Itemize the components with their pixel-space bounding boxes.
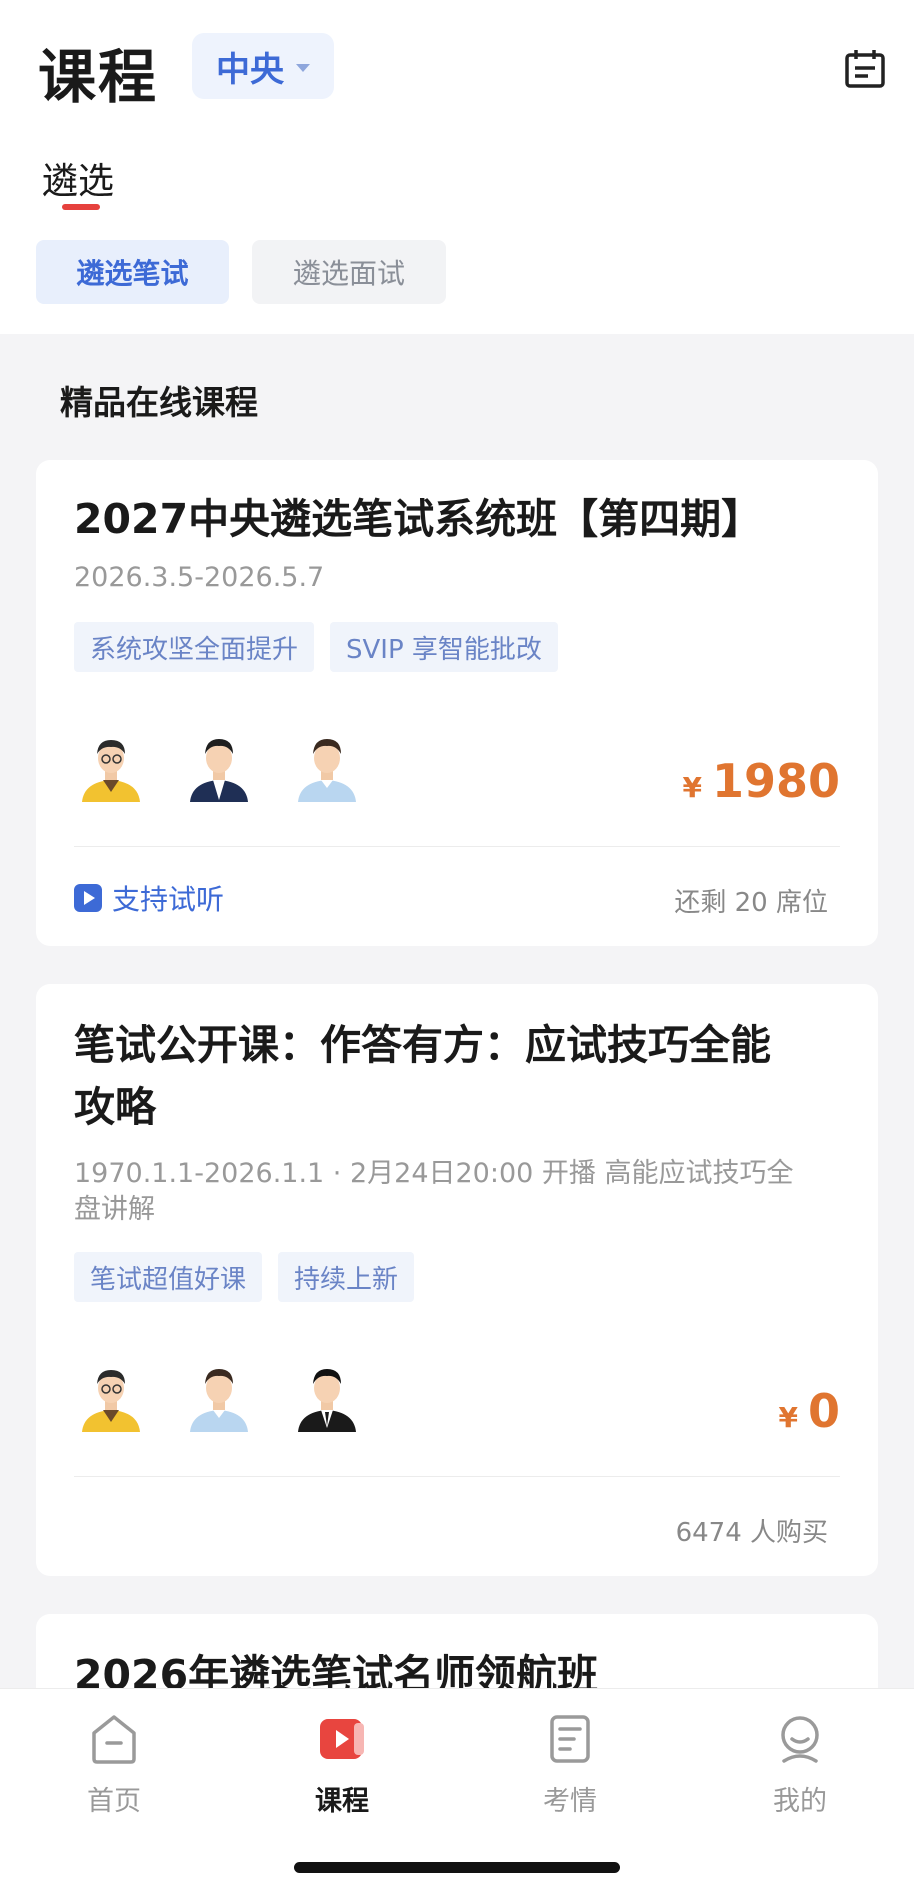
course-tag: 持续上新 xyxy=(278,1252,415,1302)
course-price: ¥ 1980 xyxy=(682,754,840,808)
subtab-interview[interactable]: 遴选面试 xyxy=(252,240,446,304)
course-tags: 笔试超值好课 持续上新 xyxy=(74,1252,415,1302)
subtab-written-exam[interactable]: 遴选笔试 xyxy=(36,240,229,304)
nav-item-course[interactable]: 课程 xyxy=(282,1711,402,1818)
course-card[interactable]: 笔试公开课：作答有方：应试技巧全能 攻略 1970.1.1-2026.1.1 ·… xyxy=(36,984,878,1576)
price-value: 1980 xyxy=(711,754,840,808)
course-tag: 系统攻坚全面提升 xyxy=(74,622,315,672)
course-subtitle-line: 1970.1.1-2026.1.1 · 2月24日20:00 开播 高能应试技巧… xyxy=(74,1158,794,1189)
top-header: 课程 中央 遴选 遴选笔试 遴选面试 xyxy=(0,0,914,334)
teacher-avatar xyxy=(82,740,140,802)
course-title: 2027中央遴选笔试系统班【第四期】 xyxy=(74,495,763,543)
purchase-count: 6474 人购买 xyxy=(675,1518,828,1548)
nav-label: 考情 xyxy=(543,1786,597,1817)
calendar-icon[interactable] xyxy=(844,48,886,90)
region-selector[interactable]: 中央 xyxy=(192,33,334,99)
currency-symbol: ¥ xyxy=(778,1401,798,1434)
page-title: 课程 xyxy=(38,43,159,111)
nav-label: 首页 xyxy=(87,1786,141,1817)
category-tab-selected[interactable]: 遴选 xyxy=(42,152,114,204)
course-tags: 系统攻坚全面提升 SVIP 享智能批改 xyxy=(74,622,558,672)
chevron-down-icon xyxy=(296,64,310,72)
nav-item-profile[interactable]: 我的 xyxy=(740,1711,860,1818)
nav-label: 我的 xyxy=(773,1786,827,1817)
course-tag: SVIP 享智能批改 xyxy=(330,622,558,672)
exam-info-icon xyxy=(550,1715,590,1763)
teacher-avatars xyxy=(76,1362,362,1432)
card-divider xyxy=(74,846,840,847)
nav-item-exam-info[interactable]: 考情 xyxy=(510,1711,630,1818)
teacher-avatar xyxy=(298,1369,356,1432)
home-icon xyxy=(92,1715,136,1764)
currency-symbol: ¥ xyxy=(682,771,702,804)
teacher-avatars xyxy=(76,732,362,802)
course-title-line: 攻略 xyxy=(74,1083,156,1131)
price-value: 0 xyxy=(807,1384,840,1438)
trial-label: 支持试听 xyxy=(112,883,225,916)
profile-icon xyxy=(781,1716,819,1763)
teacher-avatar xyxy=(298,739,356,802)
course-title-line: 笔试公开课：作答有方：应试技巧全能 xyxy=(74,1021,771,1069)
category-tab-indicator xyxy=(62,204,100,210)
teacher-avatar xyxy=(190,1369,248,1432)
section-title: 精品在线课程 xyxy=(60,383,258,422)
teacher-avatar xyxy=(190,739,248,802)
teacher-avatar xyxy=(82,1370,140,1432)
play-icon xyxy=(74,884,102,912)
card-divider xyxy=(74,1476,840,1477)
nav-item-home[interactable]: 首页 xyxy=(54,1711,174,1818)
course-card[interactable]: 2027中央遴选笔试系统班【第四期】 2026.3.5-2026.5.7 系统攻… xyxy=(36,460,878,946)
region-label: 中央 xyxy=(216,49,284,90)
course-dates: 1970.1.1-2026.1.1 · 2月24日20:00 开播 高能应试技巧… xyxy=(74,1156,793,1228)
course-price: ¥ 0 xyxy=(779,1384,841,1438)
course-tag: 笔试超值好课 xyxy=(74,1252,263,1302)
course-dates: 2026.3.5-2026.5.7 xyxy=(74,562,325,593)
course-title: 笔试公开课：作答有方：应试技巧全能 攻略 xyxy=(74,1014,771,1138)
nav-label: 课程 xyxy=(315,1786,369,1817)
home-indicator[interactable] xyxy=(294,1862,620,1873)
course-play-icon xyxy=(320,1719,364,1759)
trial-listen-link[interactable]: 支持试听 xyxy=(74,878,224,918)
seats-remaining: 还剩 20 席位 xyxy=(674,888,828,918)
course-subtitle-line: 盘讲解 xyxy=(74,1194,155,1225)
